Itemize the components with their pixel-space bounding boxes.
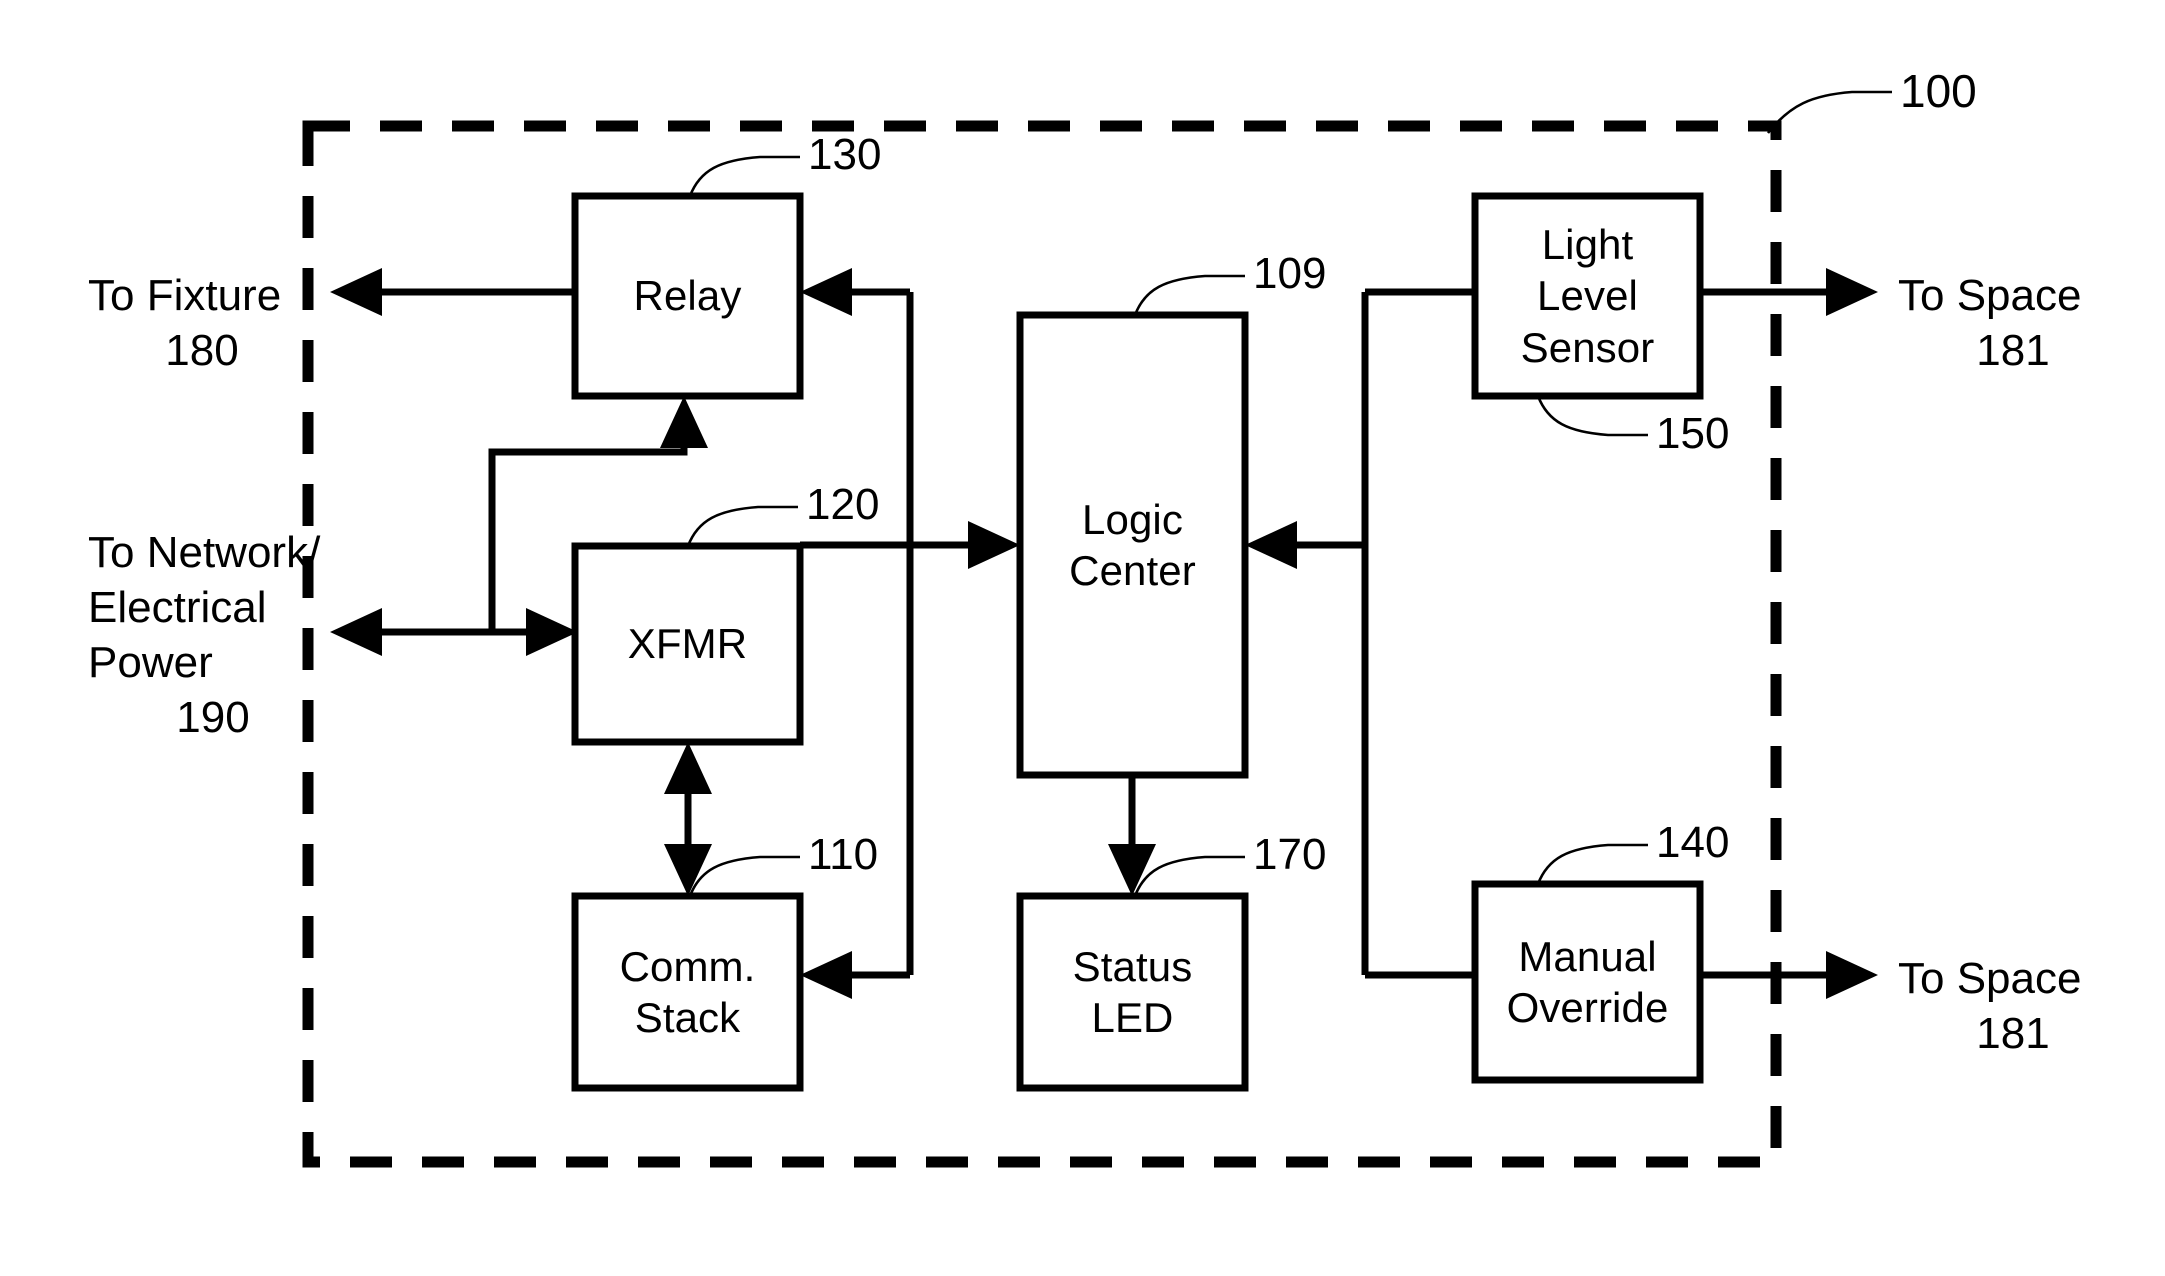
io-label-to-space-bottom: To Space 181 xyxy=(1898,951,2128,1061)
block-comm-stack[interactable] xyxy=(571,892,804,1092)
to-network-text-line-1: To Network/ xyxy=(88,528,321,577)
leader-120 xyxy=(686,505,798,547)
arrowhead-into-status-top xyxy=(1108,844,1156,896)
ref-numeral-130: 130 xyxy=(808,130,882,179)
leader-130 xyxy=(688,155,800,197)
arrowhead-into-relay-right xyxy=(800,268,852,316)
io-label-to-network: To Network/ Electrical Power 190 xyxy=(88,525,338,745)
leader-140 xyxy=(1536,843,1648,885)
arrowhead-power-into-xfmr xyxy=(526,608,578,656)
io-label-to-space-top: To Space 181 xyxy=(1898,268,2128,378)
ref-numeral-109: 109 xyxy=(1253,249,1327,298)
arrowhead-into-relay-bottom xyxy=(660,396,708,448)
leader-110 xyxy=(688,855,800,897)
leader-109 xyxy=(1133,274,1245,316)
to-network-text-line-2: Electrical xyxy=(88,583,267,632)
ref-numeral-120: 120 xyxy=(806,480,880,529)
to-space-top-text: To Space xyxy=(1898,271,2082,320)
arrowhead-into-comm-right xyxy=(800,951,852,999)
ref-numeral-170: 170 xyxy=(1253,830,1327,879)
arrowhead-to-space-top xyxy=(1826,268,1878,316)
block-light-level-sensor[interactable] xyxy=(1471,192,1704,400)
leader-170 xyxy=(1133,855,1245,897)
block-xfmr[interactable] xyxy=(571,542,804,746)
ref-numeral-100: 100 xyxy=(1900,65,1977,117)
to-space-top-ref: 181 xyxy=(1976,326,2050,375)
to-space-bottom-ref: 181 xyxy=(1976,1009,2050,1058)
ref-numeral-110: 110 xyxy=(808,830,879,879)
arrowhead-comm-down xyxy=(664,844,712,896)
arrowhead-to-fixture xyxy=(330,268,382,316)
to-fixture-text: To Fixture xyxy=(88,271,282,320)
to-network-ref: 190 xyxy=(176,693,250,742)
block-relay[interactable] xyxy=(571,192,804,400)
arrowhead-into-logic-left xyxy=(968,521,1020,569)
block-manual-override[interactable] xyxy=(1471,880,1704,1084)
to-space-bottom-text: To Space xyxy=(1898,954,2082,1003)
leader-100 xyxy=(1766,90,1892,134)
to-fixture-ref: 180 xyxy=(165,326,239,375)
block-logic-center[interactable] xyxy=(1016,311,1249,779)
figure-canvas: Relay XFMR Comm. Stack Logic Center Stat… xyxy=(0,0,2165,1276)
ref-numeral-140: 140 xyxy=(1656,818,1730,867)
arrowhead-to-space-bottom xyxy=(1826,951,1878,999)
io-label-to-fixture: To Fixture 180 xyxy=(88,268,316,378)
leader-150 xyxy=(1536,395,1648,437)
ref-numeral-150: 150 xyxy=(1656,409,1730,458)
arrowhead-xfmr-up xyxy=(664,742,712,794)
block-status-led[interactable] xyxy=(1016,892,1249,1092)
to-network-text-line-3: Power xyxy=(88,638,213,687)
arrowhead-into-logic-right xyxy=(1245,521,1297,569)
